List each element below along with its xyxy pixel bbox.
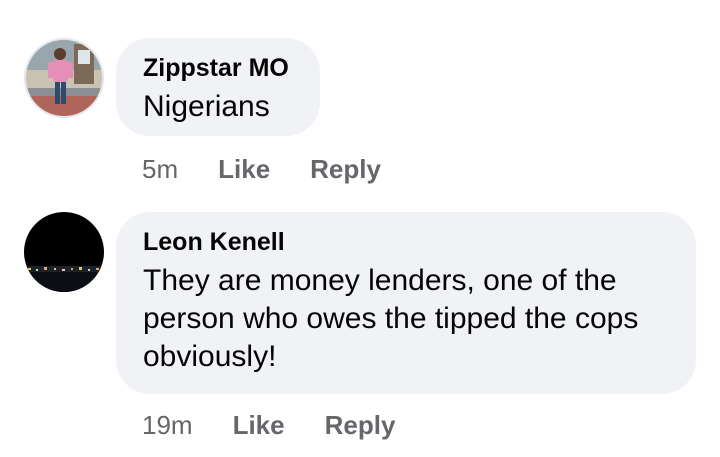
comment-text: They are money lenders, one of the perso… [143,264,639,373]
comment-timestamp[interactable]: 5m [142,154,178,185]
comment-actions: 5m Like Reply [142,154,381,185]
avatar[interactable] [24,38,104,118]
comment-timestamp[interactable]: 19m [142,410,193,441]
like-button[interactable]: Like [218,154,270,185]
comment-text: Nigerians [143,90,270,123]
comment-actions: 19m Like Reply [142,410,395,441]
comment-author[interactable]: Zippstar MO [143,54,289,83]
avatar-photo [26,40,102,116]
comment-thread: Zippstar MO Nigerians 5m Like Reply Leon… [0,0,720,457]
comment-bubble: Zippstar MO Nigerians [116,38,320,136]
reply-button[interactable]: Reply [310,154,381,185]
avatar-photo [24,212,104,292]
reply-button[interactable]: Reply [325,410,396,441]
comment-bubble: Leon Kenell They are money lenders, one … [116,212,696,394]
avatar[interactable] [24,212,104,292]
comment-author[interactable]: Leon Kenell [143,228,285,257]
like-button[interactable]: Like [233,410,285,441]
